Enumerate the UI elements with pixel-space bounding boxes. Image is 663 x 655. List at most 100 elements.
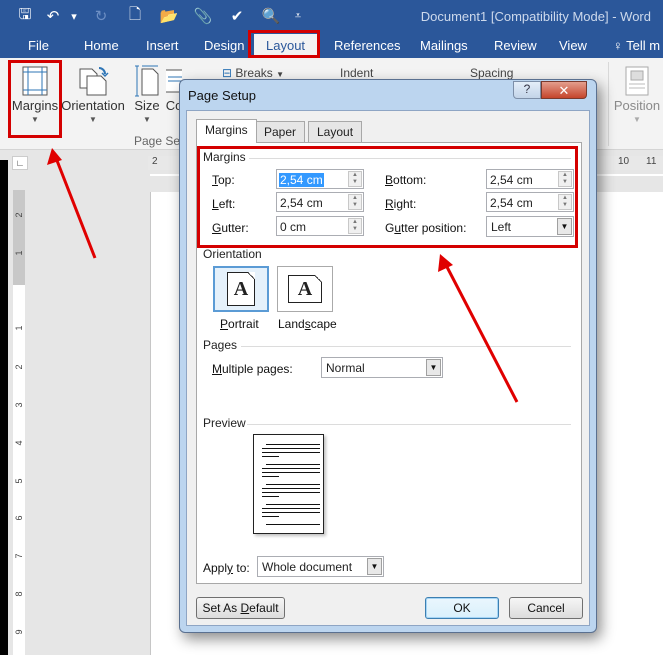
- preview-line: [262, 516, 279, 517]
- vertical-ruler[interactable]: 2 1 1 2 3 4 5 6 7 8 9: [13, 190, 25, 655]
- ruler-label: 1: [14, 325, 24, 331]
- quick-access-toolbar: 🖫 ↶ ▾ ↻ 🗋 📂 📎 ✔ 🔍 ⩡: [8, 4, 308, 28]
- chevron-down-icon[interactable]: ▼: [426, 359, 441, 376]
- portrait-page-icon: A: [227, 272, 255, 306]
- group-divider: [608, 62, 609, 146]
- section-divider: [247, 424, 571, 425]
- ok-button[interactable]: OK: [425, 597, 499, 619]
- apply-to-value: Whole document: [262, 560, 353, 574]
- ruler-label: 2: [152, 156, 158, 167]
- orientation-icon: [77, 64, 109, 98]
- preview-line: [266, 444, 320, 445]
- chevron-down-icon: ▼: [143, 115, 151, 124]
- preview-line: [262, 456, 279, 457]
- preview-line: [262, 476, 279, 477]
- preview-line: [262, 496, 279, 497]
- tab-mailings[interactable]: Mailings: [420, 38, 468, 53]
- tab-layout-dialog[interactable]: Layout: [308, 121, 363, 142]
- size-button[interactable]: Size ▼: [132, 64, 162, 124]
- print-preview-icon[interactable]: 🔍: [254, 4, 288, 28]
- lightbulb-icon: ♀: [613, 38, 623, 53]
- apply-to-select[interactable]: Whole document ▼: [257, 556, 384, 577]
- position-icon: [625, 64, 649, 98]
- position-button[interactable]: Position ▼: [612, 64, 662, 124]
- preview-section-label: Preview: [203, 416, 246, 430]
- background-window-edge: [0, 160, 8, 655]
- multiple-pages-label: Multiple pages:: [212, 362, 293, 376]
- help-button[interactable]: ?: [513, 81, 541, 99]
- title-bar: 🖫 ↶ ▾ ↻ 🗋 📂 📎 ✔ 🔍 ⩡ Document1 [Compatibi…: [0, 0, 663, 34]
- orientation-button[interactable]: Orientation ▼: [61, 64, 125, 124]
- preview-line: [262, 508, 320, 509]
- ruler-label: 1: [14, 250, 24, 256]
- preview-line: [266, 484, 320, 485]
- preview-line: [266, 504, 320, 505]
- preview-line: [262, 448, 320, 449]
- arrow-to-margins-button: [47, 148, 97, 259]
- check-icon[interactable]: ✔: [220, 4, 254, 28]
- tab-margins[interactable]: Margins: [196, 119, 257, 143]
- size-icon: [134, 64, 160, 98]
- landscape-page-icon: A: [288, 275, 322, 303]
- multiple-pages-value: Normal: [326, 361, 365, 375]
- undo-dropdown-icon[interactable]: ▾: [64, 4, 84, 28]
- chevron-down-icon: ▼: [89, 115, 97, 124]
- set-as-default-button[interactable]: Set As Default: [196, 597, 285, 619]
- redo-icon[interactable]: ↻: [84, 4, 118, 28]
- preview-line: [262, 452, 320, 453]
- tab-view[interactable]: View: [559, 38, 587, 53]
- attach-icon[interactable]: 📎: [186, 4, 220, 28]
- tell-me-search[interactable]: ♀ Tell m: [613, 38, 660, 53]
- tell-me-label: Tell m: [626, 38, 661, 53]
- ruler-label: 2: [14, 212, 24, 218]
- open-folder-icon[interactable]: 📂: [152, 4, 186, 28]
- orientation-section-label: Orientation: [203, 247, 262, 261]
- dialog-title: Page Setup: [188, 88, 256, 103]
- tab-references[interactable]: References: [334, 38, 400, 53]
- landscape-button[interactable]: A: [277, 266, 333, 312]
- breaks-button[interactable]: ⊟ Breaks ▼: [222, 66, 284, 80]
- section-divider: [241, 346, 571, 347]
- close-button[interactable]: ✕: [541, 81, 587, 99]
- ruler-label: 11: [646, 156, 657, 167]
- highlight-margins-button: [8, 60, 62, 138]
- new-document-icon[interactable]: 🗋: [118, 4, 152, 28]
- window-title: Document1 [Compatibility Mode] - Word: [420, 9, 651, 24]
- preview-line: [262, 488, 320, 489]
- highlight-margins-section: [197, 146, 578, 248]
- portrait-button[interactable]: A: [213, 266, 269, 312]
- position-label: Position: [613, 98, 661, 113]
- ruler-label: 9: [14, 629, 24, 635]
- tab-review[interactable]: Review: [494, 38, 537, 53]
- tab-selector[interactable]: ∟: [12, 156, 28, 170]
- orientation-label: Orientation: [61, 98, 125, 113]
- tab-design[interactable]: Design: [204, 38, 244, 53]
- indent-label: Indent: [340, 66, 374, 80]
- ruler-label: 10: [618, 156, 630, 167]
- tab-home[interactable]: Home: [84, 38, 119, 53]
- size-label: Size: [134, 98, 160, 113]
- breaks-icon: ⊟: [222, 66, 233, 80]
- multiple-pages-select[interactable]: Normal ▼: [321, 357, 443, 378]
- breaks-label: Breaks: [235, 66, 273, 80]
- chevron-down-icon: ▼: [633, 115, 641, 124]
- undo-icon[interactable]: ↶: [42, 4, 64, 28]
- save-icon[interactable]: 🖫: [8, 4, 42, 28]
- tab-file[interactable]: File: [28, 38, 49, 53]
- customize-qat-icon[interactable]: ⩡: [288, 4, 308, 28]
- ruler-label: 5: [14, 478, 24, 484]
- ribbon-tabs: File Home Insert Design Layout Reference…: [0, 34, 663, 58]
- preview-line: [262, 468, 320, 469]
- preview-line: [266, 524, 320, 525]
- ruler-label: 7: [14, 553, 24, 559]
- preview-line: [266, 464, 320, 465]
- cancel-button[interactable]: Cancel: [509, 597, 583, 619]
- landscape-label: Landscape: [278, 317, 337, 331]
- tab-paper[interactable]: Paper: [255, 121, 306, 142]
- ruler-label: 2: [14, 364, 24, 370]
- chevron-down-icon[interactable]: ▼: [367, 558, 382, 575]
- pages-section-label: Pages: [203, 338, 238, 352]
- highlight-layout-tab: [248, 30, 320, 58]
- ruler-label: 4: [14, 440, 24, 446]
- tab-insert[interactable]: Insert: [146, 38, 179, 53]
